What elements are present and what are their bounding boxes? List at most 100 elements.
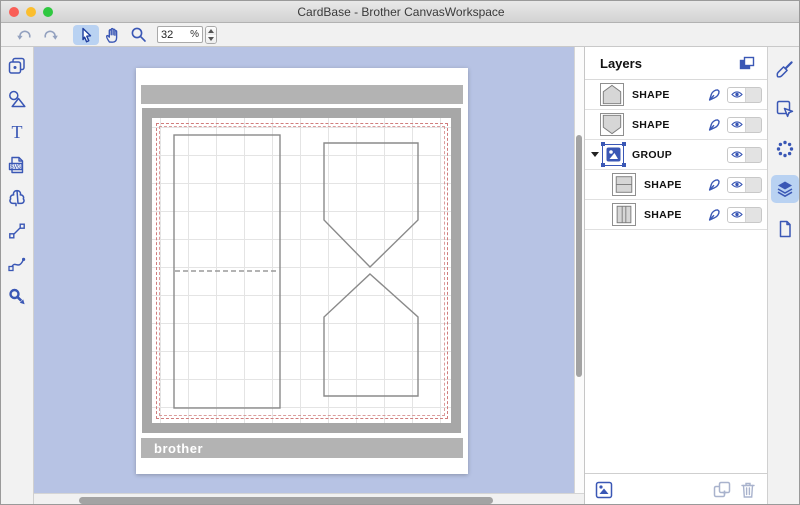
vertical-scrollbar-thumb[interactable] bbox=[576, 135, 582, 377]
effects-dots-icon bbox=[775, 139, 795, 159]
disclosure-button[interactable] bbox=[590, 152, 600, 157]
edit-pen-button[interactable] bbox=[705, 116, 723, 134]
zoom-decrement-button[interactable] bbox=[206, 35, 216, 43]
select-tool-button[interactable] bbox=[73, 25, 99, 45]
text-icon: T bbox=[7, 122, 27, 142]
path-edit-tool-button[interactable] bbox=[1, 247, 33, 280]
visibility-toggle[interactable] bbox=[727, 177, 762, 193]
eye-icon bbox=[728, 148, 746, 162]
collapse-panel-icon bbox=[739, 56, 755, 70]
layer-thumbnail-group bbox=[602, 144, 624, 166]
layer-label: SHAPE bbox=[644, 209, 682, 221]
hand-tool-button[interactable] bbox=[99, 25, 125, 45]
layers-panel-footer bbox=[585, 473, 767, 505]
zoom-increment-button[interactable] bbox=[206, 27, 216, 35]
layer-thumbnail-rect-hsplit bbox=[612, 173, 636, 196]
layer-row-shape-4[interactable]: SHAPE bbox=[585, 200, 767, 230]
line-tool-button[interactable] bbox=[1, 214, 33, 247]
layer-row-shape-2[interactable]: SHAPE bbox=[585, 110, 767, 140]
pen-icon bbox=[707, 87, 722, 102]
paint-brush-icon bbox=[775, 59, 795, 79]
layers-panel: Layers SHAPE bbox=[584, 47, 767, 505]
effects-button[interactable] bbox=[769, 129, 800, 169]
left-tool-rail: T SVG bbox=[1, 47, 34, 505]
shapes-tool-button[interactable] bbox=[1, 82, 33, 115]
flap-shape-top[interactable] bbox=[324, 143, 418, 267]
layer-thumbnail-pentagon-up bbox=[600, 83, 624, 106]
card-page: brother bbox=[136, 68, 468, 474]
right-tool-rail bbox=[767, 47, 800, 505]
vertical-scrollbar[interactable] bbox=[574, 47, 584, 493]
edit-pen-button[interactable] bbox=[705, 176, 723, 194]
pen-icon bbox=[707, 207, 722, 222]
visibility-toggle[interactable] bbox=[727, 207, 762, 223]
eye-icon bbox=[728, 118, 746, 132]
disclosure-triangle-icon bbox=[591, 152, 599, 157]
svg-text:T: T bbox=[12, 122, 23, 142]
layer-row-shape-1[interactable]: SHAPE bbox=[585, 80, 767, 110]
layer-label: SHAPE bbox=[644, 179, 682, 191]
zoom-tool-button[interactable] bbox=[125, 25, 151, 45]
clipart-tool-button[interactable] bbox=[1, 181, 33, 214]
text-tool-button[interactable]: T bbox=[1, 115, 33, 148]
path-edit-icon bbox=[7, 254, 27, 274]
layer-label: SHAPE bbox=[632, 89, 670, 101]
layers-button[interactable] bbox=[769, 169, 800, 209]
select-object-button[interactable] bbox=[593, 479, 615, 501]
canvas-shapes bbox=[152, 118, 451, 423]
select-object-icon bbox=[595, 481, 613, 499]
duplicate-layer-button[interactable] bbox=[711, 479, 733, 501]
undo-icon bbox=[16, 27, 33, 43]
artboard-tool-button[interactable] bbox=[1, 49, 33, 82]
trace-tool-button[interactable] bbox=[1, 280, 33, 313]
eye-icon bbox=[728, 88, 746, 102]
layer-thumbnail-rect-vsplit bbox=[612, 203, 636, 226]
flap-shape-bottom[interactable] bbox=[324, 274, 418, 396]
edit-object-button[interactable] bbox=[769, 89, 800, 129]
stepper-down-icon bbox=[208, 37, 214, 41]
app-window: CardBase - Brother CanvasWorkspace bbox=[0, 0, 800, 505]
svg-import-icon: SVG bbox=[7, 155, 27, 175]
delete-layer-button[interactable] bbox=[737, 479, 759, 501]
visibility-toggle[interactable] bbox=[727, 117, 762, 133]
card-top-band bbox=[141, 85, 463, 104]
horizontal-scrollbar-thumb[interactable] bbox=[79, 497, 493, 504]
canvas-viewport[interactable]: brother bbox=[34, 47, 574, 493]
collapse-panel-button[interactable] bbox=[737, 54, 757, 72]
zoom-stepper bbox=[205, 26, 217, 44]
work-grid bbox=[152, 118, 451, 423]
title-bar: CardBase - Brother CanvasWorkspace bbox=[1, 1, 800, 23]
edit-pen-button[interactable] bbox=[705, 86, 723, 104]
pen-icon bbox=[707, 177, 722, 192]
zoom-level-input[interactable] bbox=[161, 29, 185, 41]
layers-panel-title: Layers bbox=[600, 56, 642, 71]
visibility-toggle[interactable] bbox=[727, 87, 762, 103]
hand-icon bbox=[103, 26, 121, 44]
edit-pen-button[interactable] bbox=[705, 206, 723, 224]
eye-icon bbox=[728, 178, 746, 192]
zoom-level-field: % bbox=[157, 26, 203, 43]
card-bottom-band: brother bbox=[141, 438, 463, 458]
main-toolbar: % bbox=[1, 23, 800, 47]
layers-panel-header: Layers bbox=[585, 47, 767, 80]
layer-row-shape-3[interactable]: SHAPE bbox=[585, 170, 767, 200]
document-button[interactable] bbox=[769, 209, 800, 249]
layer-row-group[interactable]: GROUP bbox=[585, 140, 767, 170]
fill-paint-button[interactable] bbox=[769, 49, 800, 89]
shapes-icon bbox=[7, 89, 27, 109]
stepper-up-icon bbox=[208, 29, 214, 33]
layer-label: SHAPE bbox=[632, 119, 670, 131]
cutting-mat bbox=[142, 108, 461, 433]
canvas-area: brother bbox=[34, 47, 584, 505]
redo-button[interactable] bbox=[37, 25, 63, 45]
magnifier-icon bbox=[130, 26, 147, 43]
undo-button[interactable] bbox=[11, 25, 37, 45]
svg-import-tool-button[interactable]: SVG bbox=[1, 148, 33, 181]
document-icon bbox=[775, 219, 795, 239]
layer-label: GROUP bbox=[632, 149, 672, 161]
trash-icon bbox=[740, 481, 756, 499]
horizontal-scrollbar[interactable] bbox=[34, 493, 584, 505]
visibility-toggle[interactable] bbox=[727, 147, 762, 163]
clipart-icon bbox=[7, 188, 27, 208]
layers-icon bbox=[775, 179, 795, 199]
